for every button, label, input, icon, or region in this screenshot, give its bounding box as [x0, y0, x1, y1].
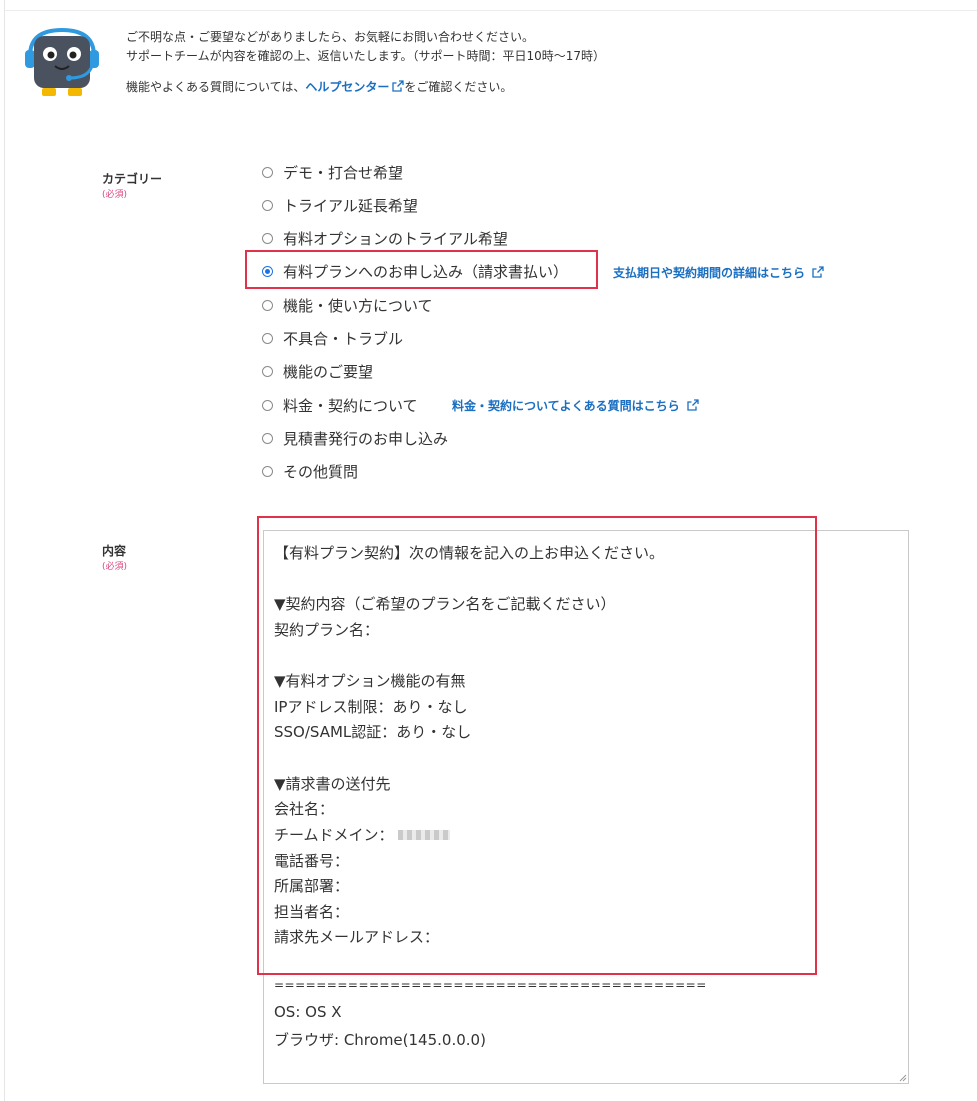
radio-button[interactable] [262, 399, 273, 411]
radio-option-label: その他質問 [283, 462, 359, 481]
radio-button[interactable] [262, 166, 273, 178]
radio-option-label: 機能・使い方について [283, 296, 433, 315]
radio-option-quote-request[interactable]: 見積書発行のお申し込み [262, 426, 448, 450]
radio-option-label: トライアル延長希望 [283, 196, 418, 215]
radio-option-label: 不具合・トラブル [283, 329, 404, 348]
external-link-icon [812, 266, 824, 278]
intro-text: ご不明な点・ご要望などがありましたら、お気軽にお問い合わせください。 サポートチ… [126, 28, 605, 97]
radio-button[interactable] [262, 465, 273, 477]
support-mascot-icon [25, 27, 99, 96]
billing-details-link-row: 支払期日や契約期間の詳細はこちら [613, 262, 824, 282]
intro-line-1: ご不明な点・ご要望などがありましたら、お気軽にお問い合わせください。 [126, 30, 535, 44]
category-required-note: (必須) [102, 190, 128, 200]
radio-option-label: 料金・契約について [283, 396, 418, 415]
textarea-line: OS: OS X [274, 1003, 342, 1021]
radio-option-label: 機能のご要望 [283, 362, 374, 381]
radio-option-pricing-contract[interactable]: 料金・契約について [262, 393, 418, 417]
radio-option-label: 見積書発行のお申し込み [283, 429, 449, 448]
page-left-border [4, 0, 5, 1101]
radio-option-feature-requests[interactable]: 機能のご要望 [262, 359, 373, 383]
billing-details-link[interactable]: 支払期日や契約期間の詳細はこちら [613, 264, 805, 281]
radio-button[interactable] [262, 232, 273, 244]
radio-button[interactable] [262, 199, 273, 211]
external-link-icon [687, 399, 699, 411]
radio-button[interactable] [262, 365, 273, 377]
radio-option-label: デモ・打合せ希望 [283, 163, 404, 182]
radio-option-paid-option-trial[interactable]: 有料オプションのトライアル希望 [262, 226, 508, 250]
textarea-line: ブラウザ: Chrome(145.0.0.0) [274, 1031, 486, 1049]
help-center-link[interactable]: ヘルプセンター [305, 80, 389, 94]
content-required-note: (必須) [102, 562, 128, 572]
intro-line-3-prefix: 機能やよくある質問については、 [126, 80, 306, 94]
pricing-faq-link[interactable]: 料金・契約についてよくある質問はこちら [452, 397, 680, 414]
intro-line-2: サポートチームが内容を確認の上、返信いたします。（サポート時間：平日10時〜17… [126, 49, 605, 63]
radio-option-trial-extension[interactable]: トライアル延長希望 [262, 193, 418, 217]
intro-line-3: 機能やよくある質問については、ヘルプセンター をご確認ください。 [126, 78, 605, 97]
radio-button[interactable] [262, 332, 273, 344]
content-label: 内容 [102, 544, 127, 558]
radio-option-bugs-trouble[interactable]: 不具合・トラブル [262, 326, 403, 350]
intro-line-3-suffix: をご確認ください。 [404, 80, 513, 94]
radio-option-label: 有料オプションのトライアル希望 [283, 229, 508, 248]
radio-option-demo[interactable]: デモ・打合せ希望 [262, 160, 403, 184]
selected-option-highlight-box [245, 250, 598, 289]
content-highlight-box [257, 516, 817, 975]
radio-button[interactable] [262, 432, 273, 444]
textarea-separator: ========================================… [274, 978, 707, 992]
radio-option-features-usage[interactable]: 機能・使い方について [262, 293, 433, 317]
pricing-faq-link-row: 料金・契約についてよくある質問はこちら [452, 395, 699, 415]
page-top-border [5, 10, 977, 11]
category-label: カテゴリー [102, 172, 163, 186]
resize-handle-icon[interactable] [897, 1072, 907, 1082]
radio-button[interactable] [262, 299, 273, 311]
external-link-icon [392, 80, 405, 92]
radio-option-other[interactable]: その他質問 [262, 459, 358, 483]
